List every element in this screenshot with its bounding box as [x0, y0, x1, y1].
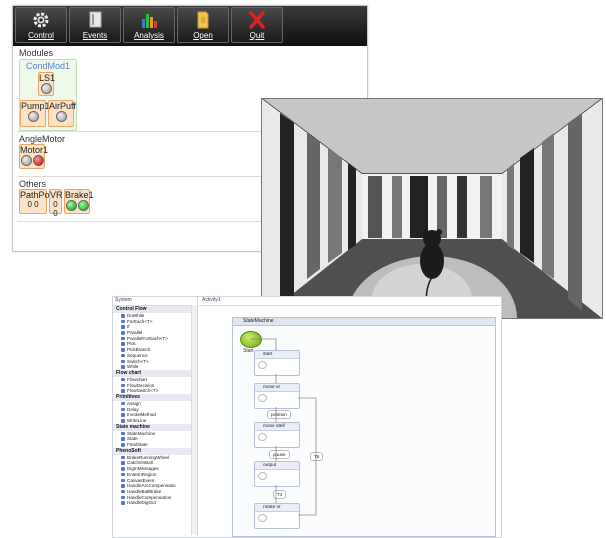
transition-arrows: [250, 338, 317, 516]
